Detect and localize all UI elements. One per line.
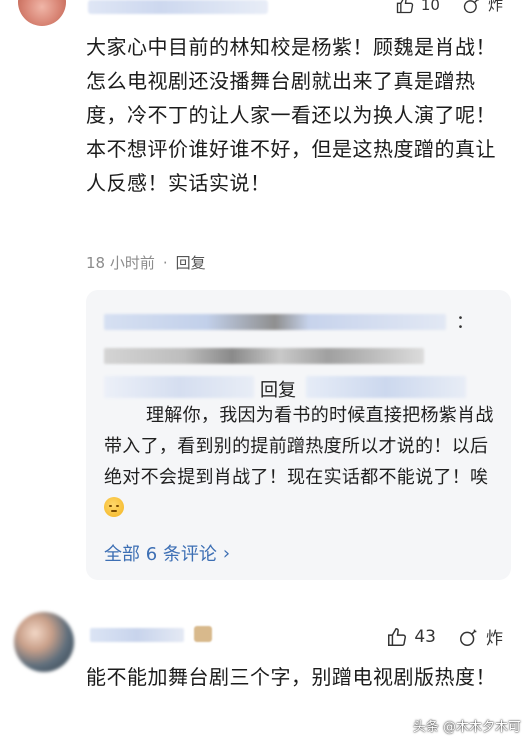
like-button[interactable]: 10 — [395, 0, 440, 15]
like-count: 43 — [414, 626, 436, 647]
reply-thread: ： 回复 理解你，我因为看书的时候直接把杨紫肖战带入了，看到别的提前蹭热度所以才… — [86, 290, 511, 580]
bomb-icon — [460, 629, 477, 646]
meta-separator: · — [162, 253, 168, 272]
reply-text: 理解你，我因为看书的时候直接把杨紫肖战带入了，看到别的提前蹭热度所以才说的！以后… — [104, 400, 499, 524]
bomb-icon — [463, 0, 479, 13]
blurred-username[interactable] — [90, 628, 184, 642]
comment-text: 能不能加舞台剧三个字，别蹭电视剧版热度！ — [86, 665, 496, 689]
chevron-right-icon: › — [222, 542, 231, 564]
blurred-reply-author[interactable] — [104, 376, 254, 398]
reply-button[interactable]: 回复 — [176, 252, 206, 273]
avatar[interactable] — [18, 0, 66, 26]
reply-text-content: 理解你，我因为看书的时候直接把杨紫肖战带入了，看到别的提前蹭热度所以才说的！以后… — [104, 405, 494, 488]
reply-to-label: 回复 — [260, 380, 296, 401]
comment-actions: 10 炸 — [395, 0, 503, 15]
zha-button[interactable]: 炸 — [462, 0, 503, 15]
zha-label: 炸 — [486, 629, 503, 649]
blurred-username[interactable] — [88, 0, 268, 14]
view-all-comments-link[interactable]: 全部 6 条评论 › — [104, 540, 230, 566]
blurred-reply-content — [104, 348, 424, 364]
comment-text: 大家心中目前的林知校是杨紫！顾魏是肖战！怎么电视剧还没播舞台剧就出来了真是蹭热度… — [86, 35, 496, 195]
view-all-label: 全部 6 条评论 — [104, 544, 217, 565]
zha-button[interactable]: 炸 — [458, 624, 503, 649]
reply-colon: ： — [456, 312, 474, 333]
sad-face-icon — [104, 497, 124, 517]
comment-meta: 18 小时前 · 回复 — [86, 252, 206, 273]
blurred-reply-target[interactable] — [306, 376, 466, 398]
like-button[interactable]: 43 — [386, 626, 436, 648]
blurred-reply-username[interactable] — [104, 314, 446, 330]
like-count: 10 — [420, 0, 440, 14]
avatar[interactable] — [14, 612, 74, 672]
user-badge-icon — [194, 626, 212, 642]
comment-time: 18 小时前 — [86, 254, 155, 272]
thumbs-up-icon — [396, 0, 414, 13]
zha-label: 炸 — [487, 0, 503, 14]
comment-actions: 43 炸 — [386, 624, 503, 649]
watermark-text: 头条 @木木夕木可 — [412, 720, 521, 735]
watermark: 头条 @木木夕木可 — [413, 716, 521, 735]
thumbs-up-icon — [388, 627, 407, 646]
